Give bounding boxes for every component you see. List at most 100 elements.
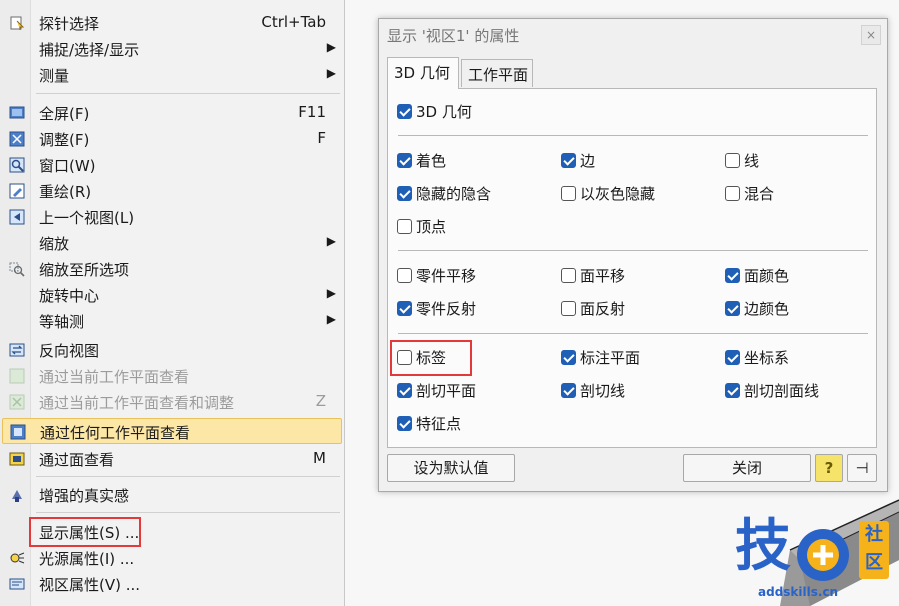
checkbox-box <box>561 267 576 283</box>
checkbox-box <box>725 267 740 283</box>
checkbox-box <box>561 382 576 398</box>
checkbox-3d-geometry[interactable]: 3D 几何 <box>397 101 472 121</box>
checkbox-blend[interactable]: 混合 <box>725 183 774 203</box>
checkbox-section-plane[interactable]: 剖切平面 <box>397 380 476 400</box>
menu-item-viewport-properties[interactable]: 视区属性(V) ... <box>2 571 342 597</box>
checkbox-section-line[interactable]: 剖切线 <box>561 380 625 400</box>
checkbox-box <box>397 267 412 283</box>
checkbox-box <box>561 185 576 201</box>
menu-item-view-current-workplane-fit: 通过当前工作平面查看和调整 Z <box>2 389 342 415</box>
checkbox-box <box>397 349 412 365</box>
view-face-icon <box>9 452 25 466</box>
checkbox-box <box>397 382 412 398</box>
checkbox-box <box>725 300 740 316</box>
checkbox-edges[interactable]: 边 <box>561 150 595 170</box>
checkbox-hidden-line[interactable]: 隐藏的隐含 <box>397 183 491 203</box>
menu-item-isometric[interactable]: 等轴测 ▶ <box>2 308 342 334</box>
group-divider <box>398 333 868 334</box>
menu-item-redraw[interactable]: 重绘(R) <box>2 178 342 204</box>
checkbox-feature-points[interactable]: 特征点 <box>397 413 461 433</box>
set-default-button[interactable]: 设为默认值 <box>387 454 515 482</box>
checkbox-shading[interactable]: 着色 <box>397 150 446 170</box>
checkbox-box <box>725 185 740 201</box>
menu-item-reverse-view[interactable]: 反向视图 <box>2 337 342 363</box>
menu-item-zoom[interactable]: 缩放 ▶ <box>2 230 342 256</box>
submenu-arrow-icon: ▶ <box>326 234 336 248</box>
community-badge: 社 区 <box>859 521 889 579</box>
checkbox-dim-plane[interactable]: 标注平面 <box>561 347 640 367</box>
checkbox-labels[interactable]: 标签 <box>397 347 446 367</box>
group-divider <box>398 250 868 251</box>
checkbox-box <box>397 415 412 431</box>
checkbox-box <box>397 218 412 234</box>
menu-separator <box>36 512 340 513</box>
checkbox-coordinate-system[interactable]: 坐标系 <box>725 347 789 367</box>
tab-panel: 3D 几何 着色 边 线 隐藏的隐含 以灰色隐藏 混合 顶点 零件平移 面平移 … <box>387 88 877 448</box>
checkbox-box <box>397 152 412 168</box>
checkbox-box <box>397 300 412 316</box>
display-properties-dialog: 显示 '视区1' 的属性 × 3D 几何 工作平面 3D 几何 着色 边 线 隐… <box>378 18 888 492</box>
menu-item-view-any-workplane[interactable]: 通过任何工作平面查看 <box>2 418 342 444</box>
plus-badge-icon <box>797 529 849 581</box>
close-icon[interactable]: × <box>861 25 881 45</box>
context-menu: 探针选择 Ctrl+Tab 捕捉/选择/显示 ▶ 测量 ▶ 全屏(F) F11 … <box>0 0 345 606</box>
checkbox-vertices[interactable]: 顶点 <box>397 216 446 236</box>
menu-item-zoom-to-selection[interactable]: 缩放至所选项 <box>2 256 342 282</box>
menu-item-previous-view[interactable]: 上一个视图(L) <box>2 204 342 230</box>
watermark-url: addskills.cn <box>758 585 839 599</box>
menu-separator <box>36 476 340 477</box>
menu-item-display-properties[interactable]: 显示属性(S) ... <box>2 519 342 545</box>
checkbox-part-reflect[interactable]: 零件反射 <box>397 298 476 318</box>
checkbox-face-color[interactable]: 面颜色 <box>725 265 789 285</box>
workplane-fit-icon <box>9 394 25 410</box>
pin-icon[interactable]: ⊣ <box>847 454 877 482</box>
light-source-icon <box>10 552 25 564</box>
submenu-arrow-icon: ▶ <box>326 286 336 300</box>
fit-icon <box>9 131 25 147</box>
probe-select-icon <box>10 16 25 30</box>
close-button[interactable]: 关闭 <box>683 454 811 482</box>
tab-workplane[interactable]: 工作平面 <box>461 59 533 87</box>
checkbox-box <box>725 152 740 168</box>
viewport-properties-icon <box>9 578 25 590</box>
reverse-view-icon <box>9 343 25 357</box>
checkbox-section-hatch[interactable]: 剖切剖面线 <box>725 380 819 400</box>
menu-item-snap-select-display[interactable]: 捕捉/选择/显示 ▶ <box>2 36 342 62</box>
checkbox-box <box>725 349 740 365</box>
menu-item-rotate-center[interactable]: 旋转中心 ▶ <box>2 282 342 308</box>
menu-item-enhanced-realism[interactable]: 增强的真实感 <box>2 482 342 508</box>
menu-item-fullscreen[interactable]: 全屏(F) F11 <box>2 100 342 126</box>
tab-3d-geometry[interactable]: 3D 几何 <box>387 57 459 89</box>
checkbox-box <box>561 300 576 316</box>
checkbox-grey-hidden[interactable]: 以灰色隐藏 <box>561 183 655 203</box>
submenu-arrow-icon: ▶ <box>326 66 336 80</box>
menu-separator <box>36 93 340 94</box>
checkbox-face-translate[interactable]: 面平移 <box>561 265 625 285</box>
zoom-selection-icon <box>9 262 25 277</box>
zoom-window-icon <box>9 157 25 173</box>
menu-item-view-current-workplane: 通过当前工作平面查看 <box>2 363 342 389</box>
menu-item-fit[interactable]: 调整(F) F <box>2 126 342 152</box>
checkbox-face-reflect[interactable]: 面反射 <box>561 298 625 318</box>
submenu-arrow-icon: ▶ <box>326 40 336 54</box>
menu-item-measure[interactable]: 测量 ▶ <box>2 62 342 88</box>
checkbox-box <box>561 152 576 168</box>
checkbox-box <box>397 103 412 119</box>
checkbox-wire[interactable]: 线 <box>725 150 759 170</box>
redraw-icon <box>9 183 25 199</box>
checkbox-box <box>561 349 576 365</box>
checkbox-part-translate[interactable]: 零件平移 <box>397 265 476 285</box>
dialog-title: 显示 '视区1' 的属性 <box>387 27 520 45</box>
menu-item-view-by-face[interactable]: 通过面查看 M <box>2 446 342 472</box>
previous-view-icon <box>9 209 25 225</box>
checkbox-box <box>397 185 412 201</box>
checkbox-box <box>725 382 740 398</box>
menu-item-window[interactable]: 窗口(W) <box>2 152 342 178</box>
help-icon[interactable]: ? <box>815 454 843 482</box>
checkbox-edge-color[interactable]: 边颜色 <box>725 298 789 318</box>
menu-item-probe-select[interactable]: 探针选择 Ctrl+Tab <box>2 10 342 36</box>
menu-item-light-properties[interactable]: 光源属性(I) ... <box>2 545 342 571</box>
any-workplane-icon <box>10 424 26 440</box>
group-divider <box>398 135 868 136</box>
enhanced-realism-icon <box>12 490 22 502</box>
